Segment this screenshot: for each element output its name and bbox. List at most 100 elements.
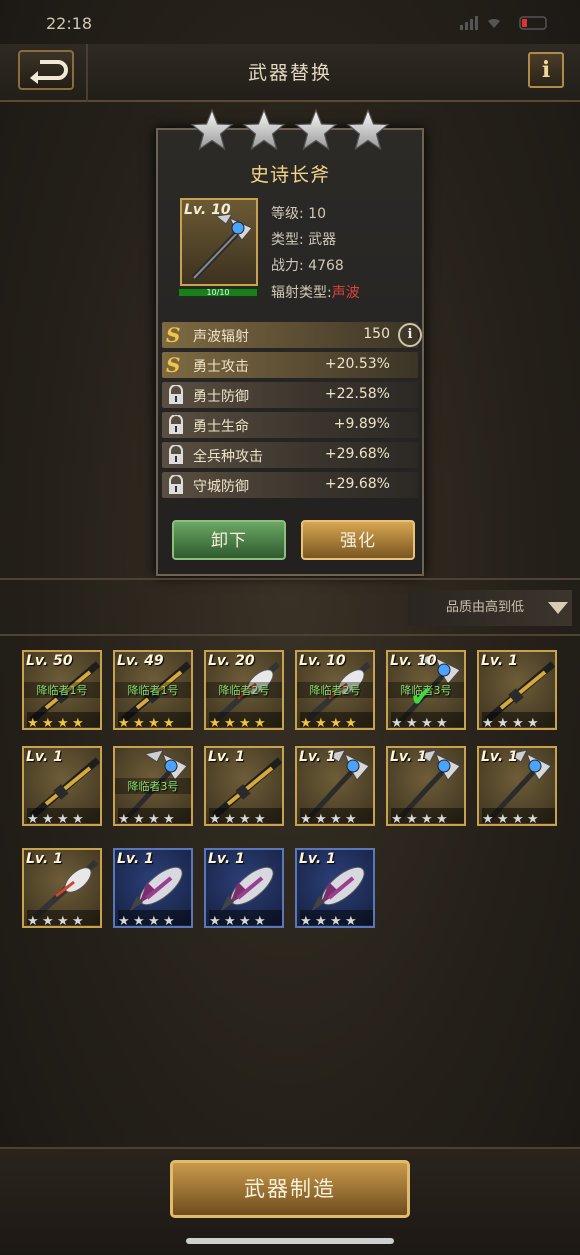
star-rating: ★ ★ ★ ★ [118,808,191,826]
attribute-label: 守城防御 [193,479,249,495]
star-icon: ★ [148,812,160,826]
info-button[interactable]: i [528,52,564,88]
star-icon: ★ [345,914,357,928]
weapon-slot[interactable]: Lv. 1 ★ ★ ★ ★ [204,848,284,928]
weapon-slot[interactable]: Lv. 10 降临者3号 ★ ★ ★ ★ ✔ [386,650,466,730]
lock-icon [169,445,183,464]
star-icon: ★ [27,812,39,826]
weapon-level: Lv. 49 [117,653,164,669]
weapon-slot[interactable]: Lv. 1 ★ ★ ★ ★ [295,848,375,928]
star-icon: ★ [42,716,54,730]
star-icon: ★ [391,716,403,730]
sort-dropdown[interactable]: 品质由高到低 [408,590,572,626]
star-rating: ★ ★ ★ ★ [300,712,373,730]
star-rating: ★ ★ ★ ★ [482,712,555,730]
weapon-level: Lv. 1 [481,653,518,669]
star-icon: ★ [239,716,251,730]
star-rating: ★ ★ ★ ★ [209,808,282,826]
attribute-label: 勇士攻击 [193,359,249,375]
triangle-down-icon [548,602,568,614]
star-icon: ★ [391,812,403,826]
weapon-slot[interactable]: Lv. 1 ★ ★ ★ ★ [477,746,557,826]
weapon-level: Lv. 1 [481,749,518,765]
weapon-level: Lv. 1 [117,851,154,867]
stat-type: 类型: 武器 [271,232,337,248]
attribute-value: +29.68% [324,476,390,492]
star-icon: ★ [254,716,266,730]
equipped-check-icon: ✔ [410,680,434,713]
weapon-slot[interactable]: Lv. 20 降临者2号 ★ ★ ★ ★ [204,650,284,730]
top-bar: 武器替换 i [0,44,580,102]
star-rating: ★ ★ ★ ★ [27,712,100,730]
star-icon: ★ [224,812,236,826]
star-icon: ★ [497,812,509,826]
weapon-level: Lv. 1 [390,749,427,765]
unequip-button[interactable]: 卸下 [172,520,286,560]
star-icon: ★ [148,716,160,730]
star-icon [242,108,286,151]
star-icon: ★ [72,812,84,826]
weapon-slot[interactable]: Lv. 10 降临者2号 ★ ★ ★ ★ [295,650,375,730]
star-icon: ★ [72,716,84,730]
craft-weapon-button[interactable]: 武器制造 [170,1160,410,1218]
star-icon: ★ [345,716,357,730]
upgrade-button[interactable]: 强化 [301,520,415,560]
weapon-level: Lv. 1 [208,851,245,867]
weapon-slot[interactable]: Lv. 50 降临者1号 ★ ★ ★ ★ [22,650,102,730]
star-rating: ★ ★ ★ ★ [118,910,191,928]
weapon-slot[interactable]: Lv. 1 ★ ★ ★ ★ [477,650,557,730]
weapon-slot[interactable]: Lv. 1 ★ ★ ★ ★ [22,746,102,826]
page-title: 武器替换 [247,62,332,84]
weapon-owner: 降临者2号 [206,682,282,698]
weapon-level: Lv. 1 [299,851,336,867]
weapon-slot[interactable]: Lv. 1 ★ ★ ★ ★ [204,746,284,826]
info-circle-icon[interactable]: i [398,323,422,347]
weapon-level: Lv. 1 [26,749,63,765]
weapon-owner: 降临者2号 [297,682,373,698]
star-icon: ★ [57,716,69,730]
star-icon: ★ [224,914,236,928]
sort-label: 品质由高到低 [446,600,525,615]
attribute-row: 勇士生命 +9.89% [162,412,418,438]
star-icon: ★ [239,812,251,826]
star-icon [294,108,338,151]
stat-level-value: 10 [308,206,326,222]
star-icon: ★ [436,716,448,730]
attribute-label: 全兵种攻击 [193,449,263,465]
weapon-slot[interactable]: Lv. 1 ★ ★ ★ ★ [113,848,193,928]
star-rating: ★ ★ ★ ★ [482,808,555,826]
star-icon: ★ [209,914,221,928]
attribute-value: +29.68% [324,446,390,462]
star-icon: ★ [421,812,433,826]
star-icon: ★ [224,716,236,730]
attribute-value: +20.53% [324,356,390,372]
lock-icon [169,475,183,494]
weapon-portrait: Lv. 10 [180,198,258,286]
stat-level: 等级: 10 [271,206,326,222]
star-icon: ★ [254,914,266,928]
star-icon: ★ [57,914,69,928]
weapon-slot[interactable]: 降临者3号 ★ ★ ★ ★ [113,746,193,826]
star-icon: ★ [482,716,494,730]
star-icon: ★ [436,812,448,826]
divider [0,578,580,580]
star-icon: ★ [482,812,494,826]
star-icon: ★ [57,812,69,826]
attribute-row: S 勇士攻击 +20.53% [162,352,418,378]
star-icon: ★ [345,812,357,826]
weapon-level: Lv. 1 [208,749,245,765]
weapon-level: Lv. 50 [26,653,73,669]
weapon-owner: 降临者1号 [24,682,100,698]
star-icon: ★ [527,812,539,826]
star-icon: ★ [118,914,130,928]
weapon-slot[interactable]: Lv. 49 降临者1号 ★ ★ ★ ★ [113,650,193,730]
weapon-level: Lv. 1 [26,851,63,867]
weapon-slot[interactable]: Lv. 1 ★ ★ ★ ★ [386,746,466,826]
stat-type-value: 武器 [308,232,337,248]
star-icon: ★ [330,812,342,826]
star-rating: ★ ★ ★ ★ [209,910,282,928]
star-icon: ★ [254,812,266,826]
weapon-slot[interactable]: Lv. 1 ★ ★ ★ ★ [22,848,102,928]
stat-type-key: 类型 [271,232,299,248]
weapon-slot[interactable]: Lv. 1 ★ ★ ★ ★ [295,746,375,826]
